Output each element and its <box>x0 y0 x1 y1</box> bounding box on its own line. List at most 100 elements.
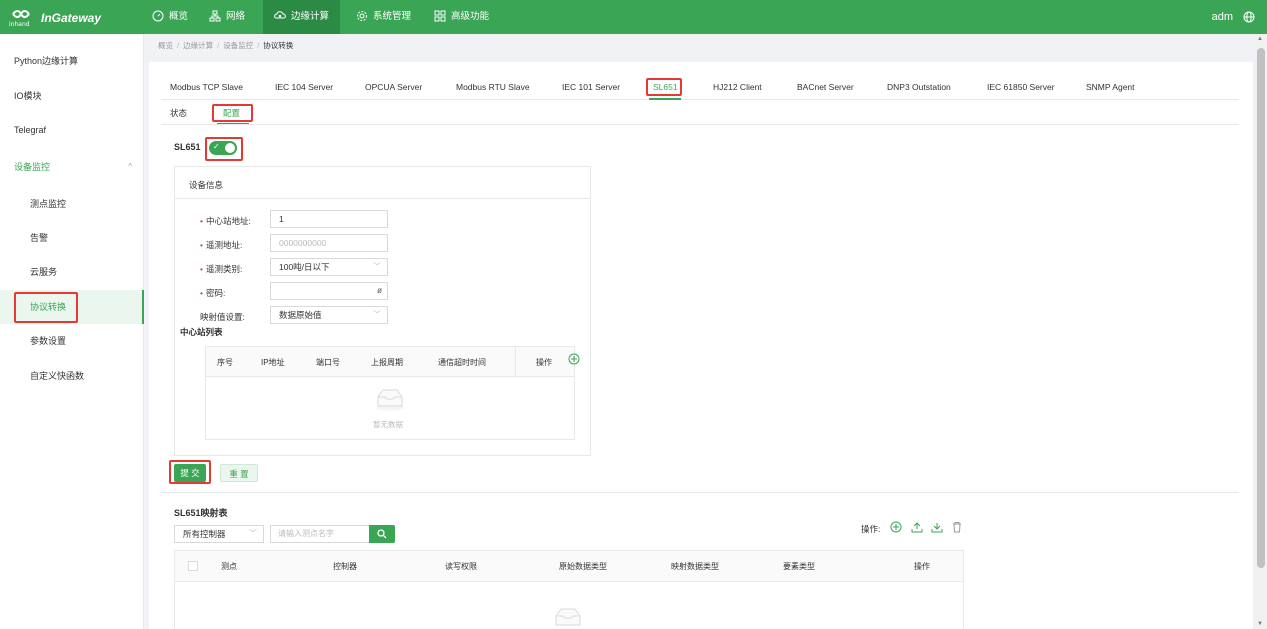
breadcrumb-separator: / <box>217 41 220 50</box>
col-port: 端口号 <box>316 358 340 367</box>
col-report-period: 上报周期 <box>371 358 403 367</box>
nav-system-management[interactable]: 系统管理 <box>346 0 422 34</box>
empty-inbox-icon <box>555 608 581 626</box>
col-element-type: 要素类型 <box>783 562 815 571</box>
search-button[interactable] <box>369 525 395 543</box>
controller-filter-select[interactable]: 所有控制器 ﹀ <box>174 525 264 543</box>
trash-icon[interactable] <box>951 521 963 533</box>
nav-network[interactable]: 网络 <box>201 0 257 34</box>
remote-type-select[interactable]: 100吨/日以下 ﹀ <box>270 258 388 276</box>
center-address-label-text: 中心站地址: <box>205 216 251 226</box>
app-logo[interactable]: inhand InGateway <box>8 9 108 27</box>
page-scrollbar[interactable]: ▲ ▼ <box>1255 34 1267 629</box>
tab-modbus-rtu-slave[interactable]: Modbus RTU Slave <box>456 82 530 92</box>
col-rw-permission: 读写权限 <box>445 562 477 571</box>
remote-type-label: • 遥测类别: <box>200 263 242 275</box>
breadcrumb: 概览 / 边缘计算 / 设备监控 / 协议转换 <box>158 40 293 51</box>
sidebar-item-custom-functions[interactable]: 自定义快函数 <box>0 359 144 393</box>
device-info-card: 设备信息 • 中心站地址: 1 • 遥测地址: 0000000000 • 遥测类别: … <box>174 166 591 456</box>
tab-snmp-agent[interactable]: SNMP Agent <box>1086 82 1135 92</box>
sidebar-item-device-monitoring-label: 设备监控 <box>14 162 51 172</box>
active-tab-indicator <box>649 98 681 100</box>
remote-address-label: • 遥测地址: <box>200 239 242 251</box>
sidebar-item-device-monitoring[interactable]: 设备监控 ^ <box>0 150 144 184</box>
chevron-up-icon: ^ <box>128 162 132 171</box>
password-label-text: 密码: <box>205 288 226 298</box>
sidebar-item-parameter-settings[interactable]: 参数设置 <box>0 324 144 358</box>
point-search-input[interactable]: 请输入测点名字 <box>270 525 370 543</box>
col-timeout: 通信超时时间 <box>438 358 486 367</box>
scroll-down-arrow-icon[interactable]: ▼ <box>1257 621 1263 627</box>
subtab-divider <box>161 124 1239 125</box>
user-menu[interactable]: adm <box>1212 0 1233 34</box>
upload-icon[interactable] <box>911 521 923 533</box>
controller-filter-value: 所有控制器 <box>183 529 226 539</box>
sl651-label: SL651 <box>174 142 201 152</box>
col-mapped-data-type: 映射数据类型 <box>671 562 719 571</box>
sidebar-item-point-monitoring[interactable]: 测点监控 <box>0 187 144 221</box>
mapping-table-title: SL651映射表 <box>174 508 228 518</box>
tab-opcua-server[interactable]: OPCUA Server <box>365 82 422 92</box>
card-divider <box>175 198 590 199</box>
nav-edge-computing[interactable]: 边缘计算 <box>263 0 340 34</box>
operations-label: 操作: <box>861 524 881 534</box>
center-station-table-header: 序号 IP地址 端口号 上报周期 通信超时时间 操作 <box>206 347 574 377</box>
tab-dnp3-outstation[interactable]: DNP3 Outstation <box>887 82 951 92</box>
tab-iec61850-server[interactable]: IEC 61850 Server <box>987 82 1055 92</box>
tab-divider <box>161 99 1239 100</box>
mapping-value-value: 数据原始值 <box>279 310 322 320</box>
globe-icon[interactable] <box>1243 11 1255 23</box>
add-circle-icon[interactable] <box>568 353 580 365</box>
remote-address-input[interactable]: 0000000000 <box>270 234 388 252</box>
tab-hj212-client[interactable]: HJ212 Client <box>713 82 762 92</box>
subtab-status[interactable]: 状态 <box>170 107 187 119</box>
required-mark: • <box>200 288 203 298</box>
nav-advanced[interactable]: 高级功能 <box>424 0 500 34</box>
breadcrumb-item[interactable]: 边缘计算 <box>183 41 213 50</box>
sidebar-item-alarm[interactable]: 告警 <box>0 221 144 255</box>
sidebar-item-python[interactable]: Python边缘计算 <box>0 44 144 78</box>
col-controller: 控制器 <box>333 562 357 571</box>
center-address-label: • 中心站地址: <box>200 215 251 227</box>
remote-type-value: 100吨/日以下 <box>279 262 330 272</box>
highlight-box-sidebar <box>14 292 78 323</box>
col-operation: 操作 <box>914 562 930 571</box>
password-input[interactable]: ø <box>270 282 388 300</box>
col-raw-data-type: 原始数据类型 <box>559 562 607 571</box>
nav-overview-label: 概览 <box>169 11 189 22</box>
logo-subtext: inhand <box>9 21 30 27</box>
highlight-box-submit <box>169 460 211 484</box>
chevron-down-icon: ﹀ <box>249 529 257 538</box>
sidebar-item-telegraf[interactable]: Telegraf <box>0 113 144 147</box>
sidebar: Python边缘计算 IO模块 Telegraf 设备监控 ^ 测点监控 告警 … <box>0 34 144 629</box>
required-mark: • <box>200 240 203 250</box>
required-mark: • <box>200 264 203 274</box>
add-circle-icon[interactable] <box>890 521 902 533</box>
col-point: 测点 <box>221 562 237 571</box>
nav-overview[interactable]: 概览 <box>142 0 194 34</box>
mapping-value-select[interactable]: 数据原始值 ﹀ <box>270 306 388 324</box>
tab-iec104-server[interactable]: IEC 104 Server <box>275 82 333 92</box>
tab-iec101-server[interactable]: IEC 101 Server <box>562 82 620 92</box>
tab-bacnet-server[interactable]: BACnet Server <box>797 82 854 92</box>
network-icon <box>209 10 221 22</box>
empty-text: 暂无数据 <box>373 420 403 429</box>
tab-modbus-tcp-slave[interactable]: Modbus TCP Slave <box>170 82 243 92</box>
select-all-checkbox[interactable] <box>188 561 198 571</box>
center-address-input[interactable]: 1 <box>270 210 388 228</box>
brand-name: InGateway <box>41 11 102 25</box>
sidebar-item-cloud-service[interactable]: 云服务 <box>0 255 144 289</box>
empty-inbox-icon <box>375 389 405 411</box>
breadcrumb-item[interactable]: 概览 <box>158 41 173 50</box>
scroll-up-arrow-icon[interactable]: ▲ <box>1257 36 1263 42</box>
breadcrumb-item[interactable]: 设备监控 <box>223 41 253 50</box>
sidebar-item-io-module[interactable]: IO模块 <box>0 79 144 113</box>
scrollbar-thumb[interactable] <box>1257 48 1265 568</box>
eye-off-icon[interactable]: ø <box>377 283 382 299</box>
nav-system-management-label: 系统管理 <box>373 11 412 22</box>
gear-icon <box>357 11 367 22</box>
download-icon[interactable] <box>931 521 943 533</box>
center-station-list-title: 中心站列表 <box>180 327 223 337</box>
reset-button[interactable]: 重 置 <box>220 464 258 482</box>
nav-advanced-label: 高级功能 <box>451 11 490 22</box>
